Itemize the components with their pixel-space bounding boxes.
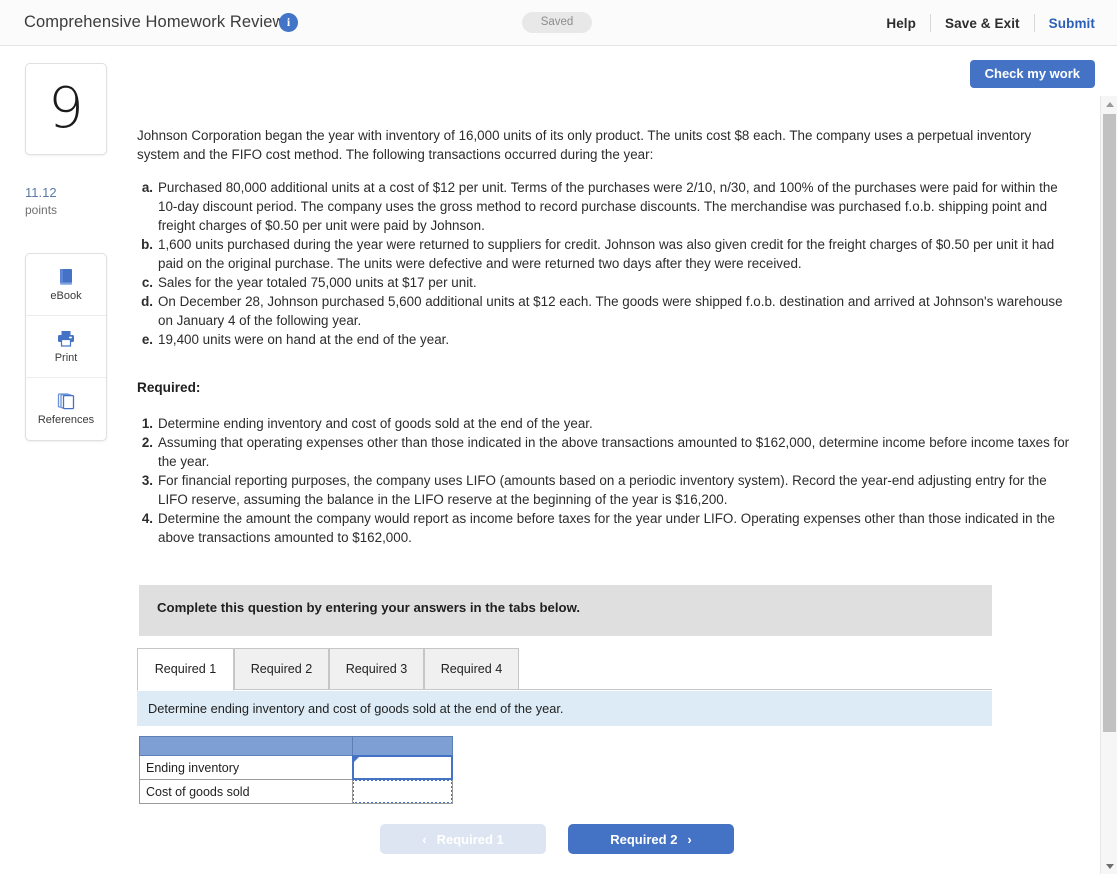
list-item: c. Sales for the year totaled 75,000 uni… [137, 273, 1077, 292]
help-button[interactable]: Help [872, 16, 930, 31]
required-heading: Required: [137, 380, 201, 395]
chevron-right-icon: › [687, 831, 692, 847]
list-marker: 3. [141, 473, 153, 488]
list-marker: 2. [141, 435, 153, 450]
list-marker: a. [141, 180, 153, 195]
chevron-left-icon: ‹ [422, 831, 427, 847]
list-item: e. 19,400 units were on hand at the end … [137, 330, 1077, 349]
tab-required-4[interactable]: Required 4 [424, 648, 519, 690]
input-cell-ending-inventory[interactable] [352, 755, 453, 780]
list-marker: d. [141, 294, 153, 309]
answer-banner: Complete this question by entering your … [139, 585, 992, 636]
tab-required-1[interactable]: Required 1 [137, 648, 234, 691]
points-label: points [25, 203, 58, 217]
question-number-card: 9 [25, 63, 107, 155]
scroll-up-arrow-icon[interactable] [1101, 96, 1117, 112]
answer-table: Ending inventory Cost of goods sold [139, 736, 453, 804]
list-text: Sales for the year totaled 75,000 units … [158, 275, 477, 290]
tool-label: eBook [50, 289, 82, 302]
book-icon [57, 268, 76, 286]
requirement-nav: ‹ Required 1 Required 2 › [380, 824, 734, 854]
save-and-exit-button[interactable]: Save & Exit [931, 16, 1034, 31]
list-text: Determine the amount the company would r… [158, 511, 1055, 545]
list-text: 19,400 units were on hand at the end of … [158, 332, 450, 347]
tool-print[interactable]: Print [26, 316, 106, 378]
table-row: Cost of goods sold [139, 779, 453, 804]
list-text: Assuming that operating expenses other t… [158, 435, 1070, 469]
list-marker: e. [141, 332, 153, 347]
submit-button[interactable]: Submit [1035, 16, 1099, 31]
table-header-cell-label [139, 736, 353, 756]
list-marker: b. [141, 237, 153, 252]
tab-instruction: Determine ending inventory and cost of g… [137, 691, 992, 726]
list-marker: c. [141, 275, 153, 290]
vertical-scrollbar[interactable] [1100, 96, 1117, 874]
list-item: 2. Assuming that operating expenses othe… [137, 433, 1072, 471]
input-cell-cost-of-goods-sold[interactable] [352, 779, 453, 804]
tab-instruction-text: Determine ending inventory and cost of g… [148, 701, 564, 716]
question-number: 9 [48, 76, 84, 141]
list-text: On December 28, Johnson purchased 5,600 … [158, 294, 1063, 328]
list-marker: 1. [141, 416, 153, 431]
table-row: Ending inventory [139, 755, 453, 780]
selected-cell-marker[interactable] [352, 755, 453, 780]
table-header-cell-value [352, 736, 453, 756]
question-content: Johnson Corporation began the year with … [137, 96, 1082, 874]
question-intro: Johnson Corporation began the year with … [137, 128, 1032, 162]
prev-requirement-label: Required 1 [436, 831, 504, 847]
row-label-ending-inventory: Ending inventory [139, 755, 353, 780]
tool-references[interactable]: References [26, 378, 106, 440]
top-bar-actions: Help Save & Exit Submit [872, 0, 1099, 46]
list-item: a. Purchased 80,000 additional units at … [137, 178, 1077, 235]
list-text: 1,600 units purchased during the year we… [158, 237, 1055, 271]
list-text: For financial reporting purposes, the co… [158, 473, 1047, 507]
tool-panel: eBook Print References [25, 253, 107, 441]
next-requirement-button[interactable]: Required 2 › [568, 824, 734, 854]
list-text: Determine ending inventory and cost of g… [158, 416, 593, 431]
copy-pages-icon [56, 392, 76, 410]
tool-ebook[interactable]: eBook [26, 254, 106, 316]
list-text: Purchased 80,000 additional units at a c… [158, 180, 1058, 233]
tab-required-2[interactable]: Required 2 [234, 648, 329, 690]
requirement-tabs: Required 1 Required 2 Required 3 Require… [137, 648, 992, 691]
tool-label: Print [54, 351, 78, 364]
check-my-work-button[interactable]: Check my work [969, 60, 1095, 88]
top-bar: Comprehensive Homework Review i Saved He… [0, 0, 1117, 46]
tab-required-3[interactable]: Required 3 [329, 648, 424, 690]
list-item: 4. Determine the amount the company woul… [137, 509, 1072, 547]
list-item: 3. For financial reporting purposes, the… [137, 471, 1072, 509]
list-item: 1. Determine ending inventory and cost o… [137, 414, 1072, 433]
dotted-cell-marker[interactable] [352, 779, 453, 804]
list-item: b. 1,600 units purchased during the year… [137, 235, 1077, 273]
next-requirement-label: Required 2 [610, 831, 678, 847]
status-badge: Saved [522, 12, 592, 33]
scroll-down-arrow-icon[interactable] [1101, 858, 1117, 874]
tool-label: References [37, 414, 95, 426]
table-header-row [139, 736, 453, 756]
row-label-cost-of-goods-sold: Cost of goods sold [139, 779, 353, 804]
scrollbar-thumb[interactable] [1103, 114, 1116, 732]
page-title: Comprehensive Homework Review [24, 13, 285, 31]
list-marker: 4. [141, 511, 153, 526]
answer-banner-text: Complete this question by entering your … [157, 600, 581, 615]
requirements-list: 1. Determine ending inventory and cost o… [137, 414, 1072, 547]
prev-requirement-button[interactable]: ‹ Required 1 [380, 824, 546, 854]
transactions-list: a. Purchased 80,000 additional units at … [137, 178, 1077, 349]
list-item: d. On December 28, Johnson purchased 5,6… [137, 292, 1077, 330]
printer-icon [56, 330, 76, 348]
info-icon[interactable]: i [279, 13, 298, 32]
points-value: 11.12 [25, 185, 57, 200]
